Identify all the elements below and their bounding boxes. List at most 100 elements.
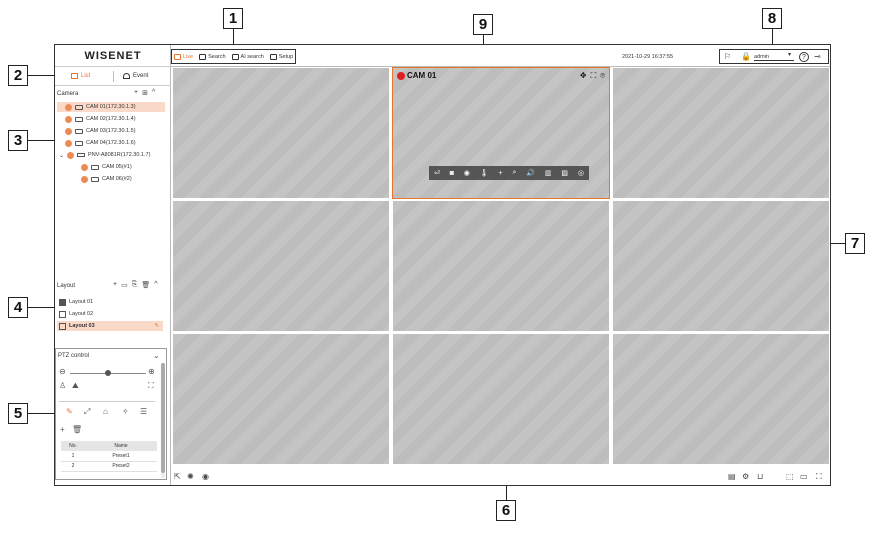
alarm-icon[interactable]: ⚐ (724, 52, 731, 61)
camera-label: CAM 02(172.30.1.4) (86, 116, 136, 122)
event-mode-tab[interactable]: Event (123, 73, 148, 79)
area-zoom-icon[interactable]: ⛶ (148, 381, 154, 391)
copy-layout-icon[interactable]: ⎘ (132, 281, 138, 289)
swing-icon[interactable]: ⤢ (84, 407, 90, 417)
view-icon[interactable]: ◎ (578, 169, 584, 177)
camera-tree-item[interactable]: CAM 01(172.30.1.3) (57, 102, 165, 112)
ptz-scrollbar[interactable] (161, 363, 165, 478)
preset-row[interactable]: 1 Preset1 (61, 451, 157, 462)
instant-replay-icon[interactable]: ⏎ (434, 169, 440, 177)
bookmark-icon[interactable]: ⊔ (757, 472, 763, 481)
temperature-icon[interactable]: 🌡 (480, 169, 489, 177)
gear-icon (269, 53, 277, 60)
video-tile[interactable] (172, 200, 390, 332)
user-area: ⚐ 🔒 admin ▾ ? ⊸ (719, 49, 829, 64)
tour-icon[interactable]: ✧ (122, 407, 129, 416)
caret-down-icon[interactable]: ▾ (788, 51, 791, 58)
help-icon[interactable]: ? (799, 52, 809, 62)
zoom-icon[interactable]: ⌕ (513, 169, 517, 177)
callout-6: 6 (496, 500, 516, 521)
focus-icon[interactable]: ⌾ (600, 71, 605, 81)
trace-icon[interactable]: ☰ (140, 407, 147, 416)
delete-layout-icon[interactable]: 🗑 (141, 281, 150, 289)
ptz-icon[interactable]: + (499, 170, 503, 177)
camera-name: CAM 01 (407, 71, 437, 80)
export-icon[interactable]: ⇱ (174, 472, 181, 481)
menu-search[interactable]: Search (199, 53, 226, 60)
video-tile[interactable]: CAM 01 ✥ ⛶ ⌾ ⏎ ◙ ◉ 🌡 + ⌕ 🔊 ▥ ▨ ◎ (392, 67, 610, 199)
video-tile[interactable] (392, 333, 610, 465)
select-all-icon[interactable]: ⬚ (786, 472, 794, 481)
video-tile[interactable] (172, 333, 390, 465)
preset-icon[interactable]: ✎ (66, 407, 73, 416)
add-icon[interactable]: + (134, 89, 138, 97)
zoom-slider-knob[interactable] (105, 370, 111, 376)
camera-tree-item[interactable]: ⌄ PNV-A8081R(172.30.1.7) (57, 150, 165, 160)
lock-icon[interactable]: 🔒 (741, 52, 751, 61)
image-icon[interactable]: ▨ (561, 169, 568, 177)
camera-list-icon[interactable]: ⊞ (142, 89, 148, 97)
camera-tree-item[interactable]: CAM 04(172.30.1.6) (57, 138, 165, 148)
preset-no-header: No. (61, 441, 85, 451)
callout-7: 7 (845, 233, 865, 254)
maximize-icon[interactable]: ⛶ (591, 71, 597, 81)
recording-icon (397, 71, 405, 80)
record-icon[interactable]: ◉ (464, 169, 470, 177)
video-tile[interactable] (172, 67, 390, 199)
delete-preset-icon[interactable]: 🗑 (72, 425, 82, 434)
settings-icon[interactable]: ⚙ (742, 472, 749, 481)
fullscreen-icon[interactable]: ⛶ (816, 472, 822, 482)
video-placeholder (613, 334, 829, 464)
left-panel: WISENET List Event Camera + ⊞ ^ CAM 01(1… (55, 45, 171, 485)
collapse-icon[interactable]: ^ (152, 89, 155, 97)
collapse-icon[interactable]: ^ (154, 281, 157, 289)
camera-tree-item[interactable]: CAM 03(172.30.1.5) (57, 126, 165, 136)
person-icon[interactable]: ♙ (59, 381, 66, 390)
add-layout-icon[interactable]: + (113, 281, 117, 289)
move-icon[interactable]: ✥ (580, 71, 587, 81)
layout-item[interactable]: Layout 01 (57, 297, 163, 307)
video-tile[interactable] (392, 200, 610, 332)
group-icon[interactable]: ⌂ (103, 407, 108, 416)
menu-live[interactable]: Live (174, 53, 194, 60)
preset-row[interactable]: 2 Preset2 (61, 461, 157, 472)
menu-setup[interactable]: Setup (269, 53, 293, 60)
bottom-bar: ⇱ ✺ ◉ ▤ ⚙ ⊔ ⬚ ▭ ⛶ (172, 469, 830, 485)
tile-tools: ✥ ⛶ ⌾ (580, 71, 605, 81)
list-mode-tab[interactable]: List (71, 73, 90, 79)
video-placeholder (393, 201, 609, 331)
zoom-in-icon[interactable]: ⊕ (148, 367, 155, 376)
ai-search-icon (231, 53, 239, 60)
snapshot-icon[interactable]: ◙ (450, 170, 454, 177)
camera-status-icon (65, 115, 72, 123)
event-alarm-icon[interactable]: ✺ (187, 472, 194, 481)
camera-label: CAM 03(172.30.1.5) (86, 128, 136, 134)
record-icon[interactable]: ◉ (202, 472, 209, 481)
video-tile[interactable] (612, 333, 830, 465)
aspect-icon[interactable]: ▭ (800, 472, 808, 481)
zoom-out-icon[interactable]: ⊖ (59, 367, 66, 376)
edit-icon[interactable]: ✎ (154, 323, 159, 329)
layout-item[interactable]: Layout 03 ✎ (57, 321, 163, 331)
add-preset-icon[interactable]: + (60, 425, 65, 434)
camera-icon (75, 140, 83, 146)
layout-item[interactable]: Layout 02 (57, 309, 163, 319)
camera-tree-item[interactable]: CAM 02(172.30.1.4) (57, 114, 165, 124)
camera-tree-item[interactable]: CAM 06(#2) (73, 174, 165, 184)
camera-tree-item[interactable]: CAM 05(#1) (73, 162, 165, 172)
layout-info-icon[interactable]: ▤ (728, 472, 736, 481)
video-tile[interactable] (612, 200, 830, 332)
camera-status-icon (65, 139, 72, 147)
video-tile[interactable] (612, 67, 830, 199)
stream-icon[interactable]: ▥ (545, 169, 552, 177)
menu-label: Live (183, 53, 194, 60)
chevron-down-icon[interactable]: ⌄ (59, 152, 64, 159)
chevron-down-icon[interactable]: ⌄ (153, 351, 160, 360)
logout-icon[interactable]: ⊸ (814, 52, 821, 61)
mountain-icon[interactable]: ⛰ (72, 381, 79, 391)
menu-ai-search[interactable]: AI search (231, 53, 264, 60)
audio-icon[interactable]: 🔊 (526, 169, 535, 177)
rename-layout-icon[interactable]: ▭ (121, 281, 128, 289)
camera-icon (91, 164, 99, 170)
video-grid: CAM 01 ✥ ⛶ ⌾ ⏎ ◙ ◉ 🌡 + ⌕ 🔊 ▥ ▨ ◎ (172, 67, 830, 467)
